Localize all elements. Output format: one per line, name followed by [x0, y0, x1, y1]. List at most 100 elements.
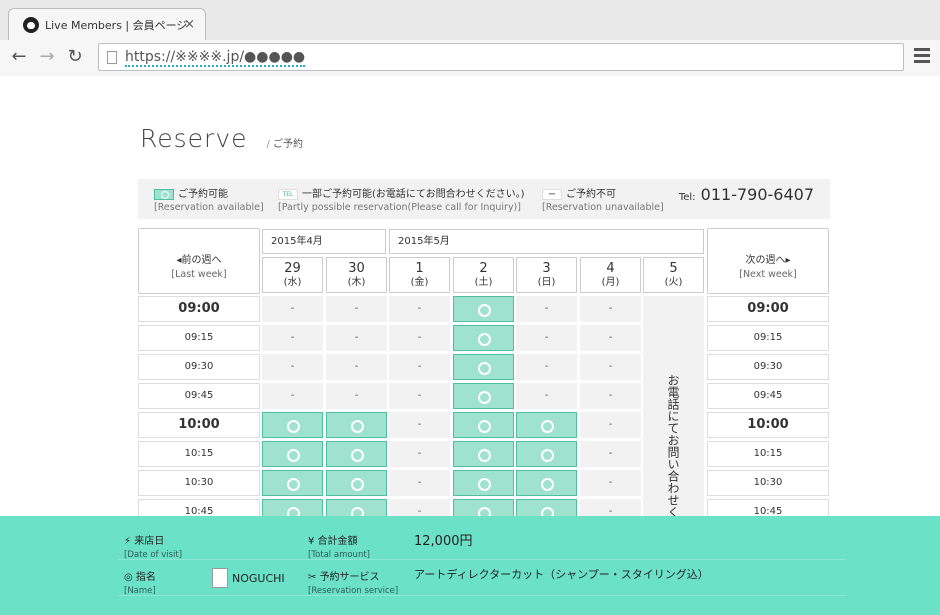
slot-available[interactable] [262, 470, 323, 496]
slot-available[interactable] [516, 412, 577, 438]
slot-unavailable: - [326, 296, 387, 322]
legend-available-label: ご予約可能 [178, 189, 228, 200]
time-row: 10:00 10:00 - - [138, 412, 830, 438]
slot-unavailable: - [516, 296, 577, 322]
time-label-right: 09:45 [707, 383, 829, 409]
service-sub: [Reservation service] [308, 586, 399, 596]
time-label-left: 09:30 [138, 354, 260, 380]
slot-available[interactable] [326, 470, 387, 496]
day-header: 2 (土) [453, 257, 514, 293]
slot-unavailable: - [580, 296, 641, 322]
time-label-left: 10:15 [138, 441, 260, 467]
time-label-left: 09:45 [138, 383, 260, 409]
stylist-label: 指名 [135, 572, 156, 583]
total-amount-label: 合計金額 [317, 536, 358, 547]
day-header: 3 (日) [516, 257, 577, 293]
time-label-left: 10:00 [138, 412, 260, 438]
reload-icon[interactable]: ↻ [64, 46, 86, 68]
total-amount-value: 12,000円 [414, 534, 473, 549]
browser-toolbar: ← → ↻ https://※※※※.jp/●●●●● [0, 40, 940, 76]
visit-date-sub: [Date of visit] [124, 550, 183, 560]
prev-week-button[interactable]: ◂前の週へ [Last week] [138, 228, 260, 294]
slot-available[interactable] [453, 412, 514, 438]
time-row: 09:00 09:00- - - - - [138, 296, 830, 322]
time-row: 09:45 09:45- - - - - [138, 383, 830, 409]
stylist-sub: [Name] [124, 586, 156, 596]
day-weekday: (金) [410, 277, 429, 288]
day-header: 4 (月) [580, 257, 641, 293]
next-week-label: 次の週へ [745, 255, 786, 266]
time-row: 09:30 09:30- - - - - [138, 354, 830, 380]
slot-available[interactable] [453, 383, 514, 409]
slot-unavailable: - [262, 325, 323, 351]
slot-available[interactable] [453, 354, 514, 380]
slot-available[interactable] [516, 470, 577, 496]
page-content: Reserve / ご予約 ご予約可能 [Reservation availab… [0, 76, 940, 615]
slot-available[interactable] [453, 441, 514, 467]
phone-number: Tel: 011-790-6407 [679, 185, 814, 204]
slot-available[interactable] [516, 441, 577, 467]
service-field: ✂ 予約サービス [Reservation service] [308, 572, 399, 596]
service-label: 予約サービス [319, 572, 380, 583]
day-header: 30 (木) [326, 257, 387, 293]
day-number: 29 [284, 261, 301, 276]
slot-unavailable: - [580, 383, 641, 409]
forward-arrow-icon[interactable]: → [36, 46, 58, 68]
visit-date-label: 来店日 [134, 536, 165, 547]
address-bar[interactable]: https://※※※※.jp/●●●●● [98, 43, 904, 71]
total-amount-field: ¥ 合計金額 [Total amount] [308, 536, 370, 560]
slot-available[interactable] [453, 296, 514, 322]
slot-unavailable: - [326, 354, 387, 380]
legend-unavailable-sub: [Reservation unavailable] [542, 202, 664, 213]
slot-unavailable: - [389, 354, 450, 380]
day-number: 3 [542, 261, 551, 276]
slot-available[interactable] [326, 412, 387, 438]
page-title: Reserve / ご予約 [140, 124, 303, 153]
slot-unavailable: - [389, 383, 450, 409]
browser-tab[interactable]: Live Members | 会員ページ × [8, 8, 206, 40]
slot-available[interactable] [453, 470, 514, 496]
slot-unavailable: - [326, 383, 387, 409]
slot-unavailable: - [389, 296, 450, 322]
slot-unavailable: - [389, 325, 450, 351]
tab-close-icon[interactable]: × [184, 17, 195, 32]
page-title-text: Reserve [140, 124, 248, 153]
slot-unavailable: - [262, 383, 323, 409]
next-week-button[interactable]: 次の週へ▸ [Next week] [707, 228, 829, 294]
slot-unavailable: - [516, 325, 577, 351]
day-number: 2 [479, 261, 488, 276]
slot-available[interactable] [326, 441, 387, 467]
day-number: 4 [606, 261, 615, 276]
slot-available[interactable] [262, 412, 323, 438]
page-title-separator: / [266, 139, 270, 150]
day-weekday: (月) [601, 277, 620, 288]
time-label-right: 10:00 [707, 412, 829, 438]
slot-unavailable: - [262, 296, 323, 322]
menu-icon[interactable] [914, 48, 930, 64]
time-label-right: 09:15 [707, 325, 829, 351]
back-arrow-icon[interactable]: ← [8, 46, 30, 68]
slot-available[interactable] [262, 441, 323, 467]
legend-available: ご予約可能 [Reservation available] [154, 185, 264, 213]
time-row: 10:15 10:15 - - [138, 441, 830, 467]
legend-partial: TEL 一部ご予約可能(お電話にてお問合わせください。) [Partly poss… [278, 185, 525, 213]
month-april: 2015年4月 [262, 229, 386, 254]
stylist-field: ◎ 指名 [Name] [124, 572, 156, 596]
prev-week-sub: [Last week] [171, 269, 227, 280]
slot-unavailable: - [516, 354, 577, 380]
prev-week-label: 前の週へ [181, 255, 222, 266]
time-label-left: 10:30 [138, 470, 260, 496]
reservation-summary-footer: ⚡ 来店日 [Date of visit] ¥ 合計金額 [Total amount… [0, 516, 940, 615]
time-label-right: 10:15 [707, 441, 829, 467]
legend-unavailable: ーご予約不可 [Reservation unavailable] [542, 185, 664, 213]
legend-available-sub: [Reservation available] [154, 202, 264, 213]
slot-unavailable: - [580, 470, 641, 496]
time-label-right: 09:30 [707, 354, 829, 380]
day-header: 5 (火) [643, 257, 704, 293]
footer-row-1: ⚡ 来店日 [Date of visit] ¥ 合計金額 [Total amount… [118, 524, 846, 560]
site-favicon-icon [23, 16, 39, 33]
slot-unavailable: - [389, 470, 450, 496]
total-amount-sub: [Total amount] [308, 550, 370, 560]
legend-unavailable-label: ご予約不可 [566, 189, 616, 200]
slot-available[interactable] [453, 325, 514, 351]
